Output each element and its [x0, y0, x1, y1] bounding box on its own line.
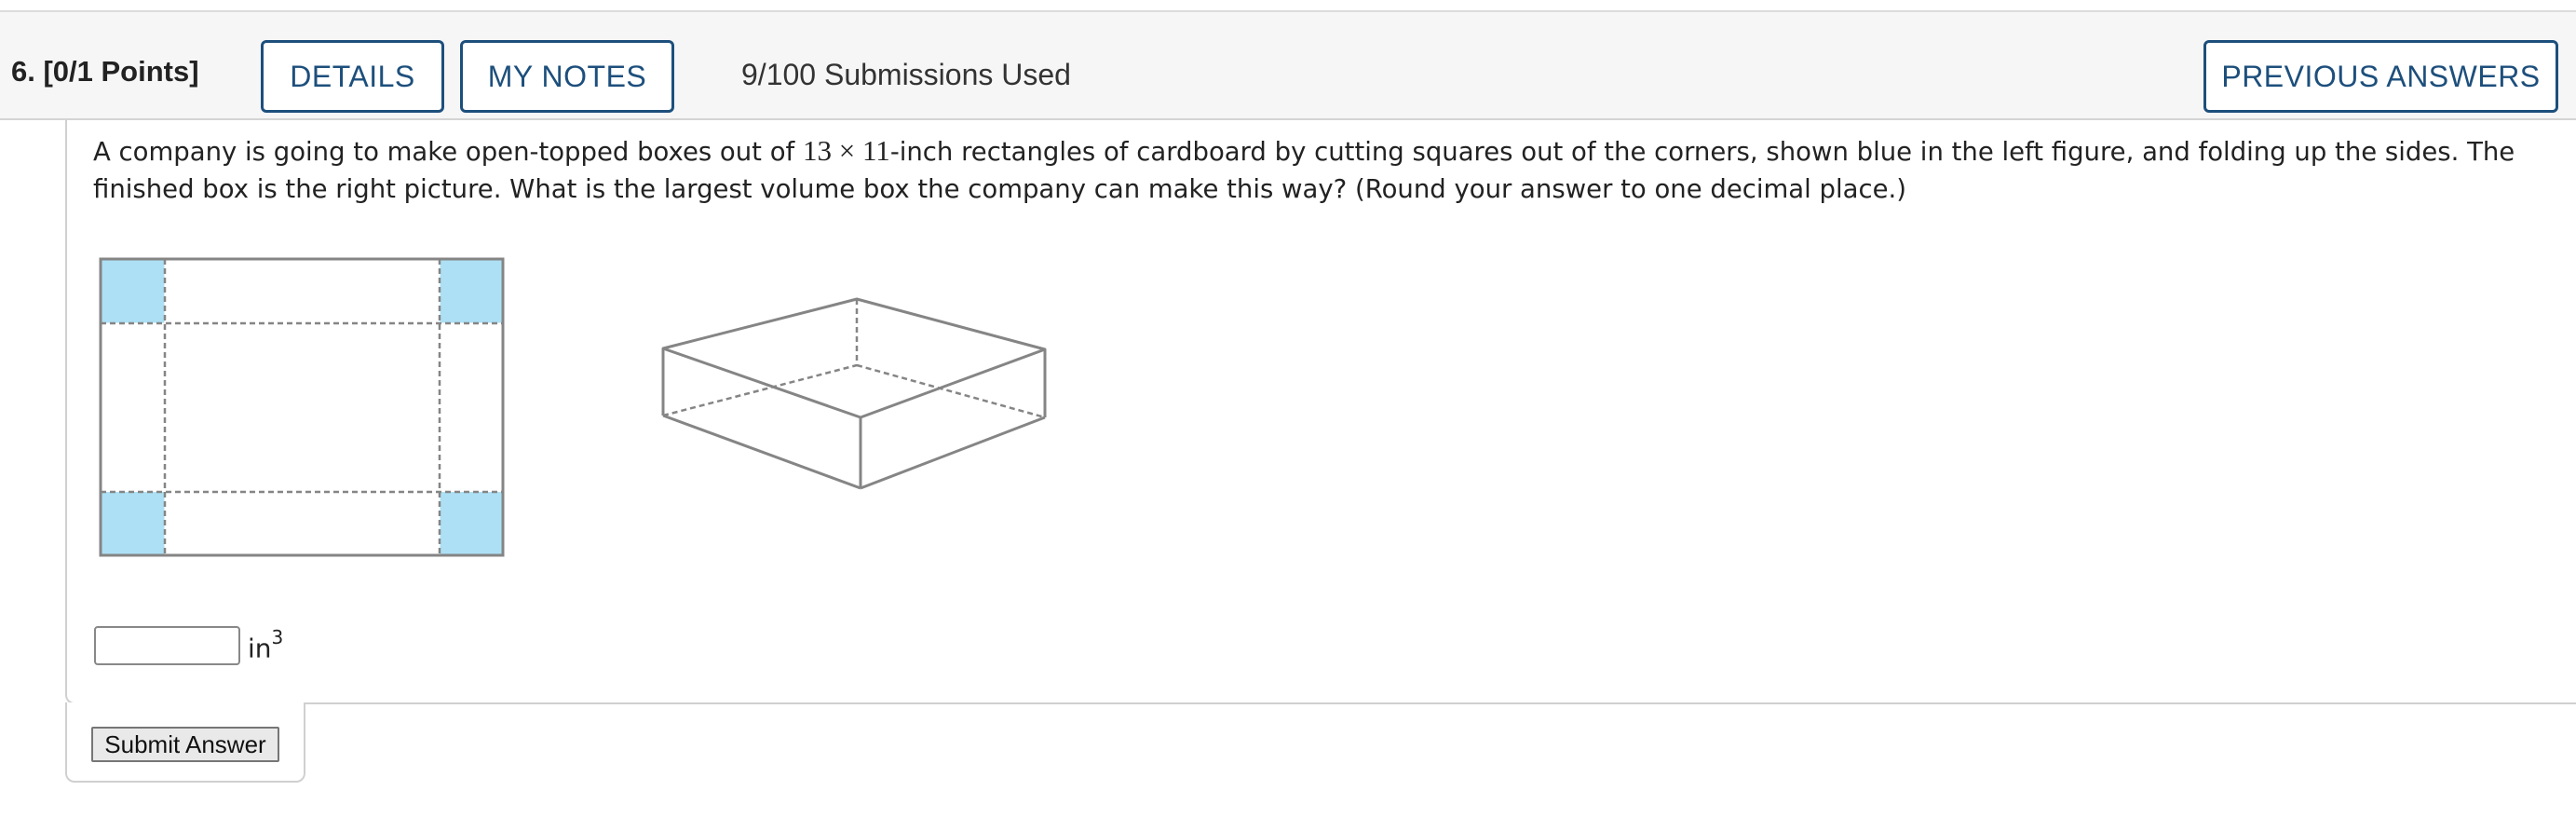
unit-base: in: [248, 633, 272, 664]
question-text-before: A company is going to make open-topped b…: [93, 137, 803, 167]
details-button[interactable]: DETAILS: [261, 40, 444, 113]
submit-answer-button[interactable]: Submit Answer: [91, 727, 279, 762]
finished-box-figure: [661, 297, 1047, 490]
flat-cardboard-figure: [99, 257, 505, 557]
corner-square-top-right: [440, 260, 502, 323]
answer-input[interactable]: [94, 626, 240, 665]
previous-answers-button[interactable]: PREVIOUS ANSWERS: [2203, 40, 2558, 113]
corner-square-bottom-left: [102, 492, 165, 554]
question-text: A company is going to make open-topped b…: [93, 132, 2552, 208]
corner-square-top-left: [102, 260, 165, 323]
box-bottom-front-left: [662, 414, 861, 490]
question-header: 6. [0/1 Points] DETAILS MY NOTES 9/100 S…: [0, 12, 2576, 120]
question-dimensions: 13 × 11: [802, 134, 890, 167]
unit-exponent: 3: [271, 626, 284, 648]
my-notes-button[interactable]: MY NOTES: [460, 40, 674, 113]
answer-unit: in3: [248, 626, 283, 664]
box-hidden-bottom-left: [662, 363, 858, 417]
question-number-points: 6. [0/1 Points]: [11, 55, 199, 88]
corner-square-bottom-right: [440, 492, 502, 554]
submissions-used: 9/100 Submissions Used: [741, 58, 1071, 91]
box-bottom-front-right: [860, 416, 1046, 490]
